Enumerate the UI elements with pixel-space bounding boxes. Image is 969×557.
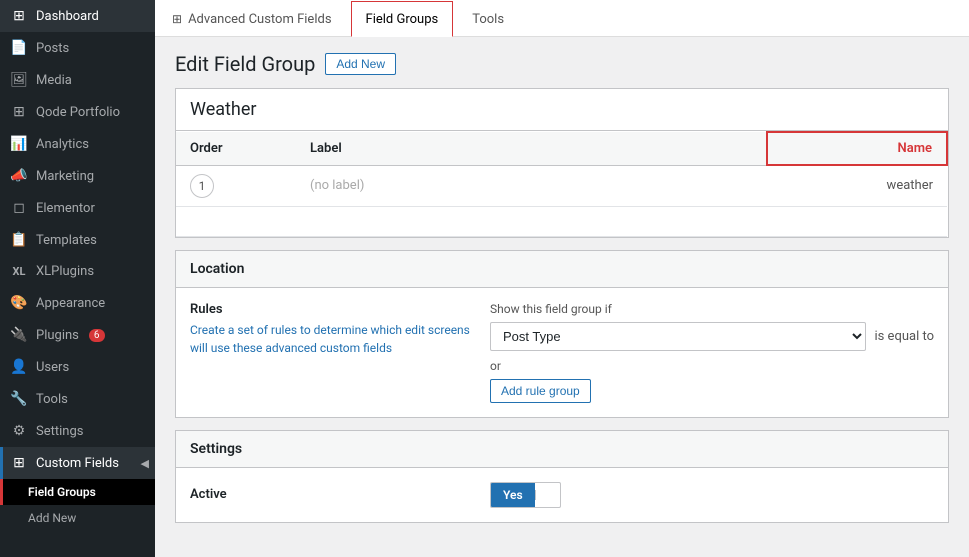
add-new-label: Add New bbox=[28, 511, 76, 525]
top-nav: ⊞ Advanced Custom Fields Field Groups To… bbox=[155, 0, 969, 37]
qode-icon: ⊞ bbox=[10, 104, 28, 120]
posts-icon: 📄 bbox=[10, 40, 28, 56]
page-title: Edit Field Group bbox=[175, 52, 315, 76]
sidebar-subitem-add-new[interactable]: Add New bbox=[0, 505, 155, 531]
empty-row bbox=[176, 206, 947, 236]
sidebar-item-label: Templates bbox=[36, 233, 97, 248]
field-groups-label: Field Groups bbox=[28, 485, 96, 499]
appearance-icon: 🎨 bbox=[10, 295, 28, 311]
settings-section: Settings Active Yes bbox=[175, 430, 949, 523]
toggle-yes[interactable]: Yes bbox=[491, 483, 535, 507]
topnav-field-groups[interactable]: Field Groups bbox=[351, 1, 454, 37]
location-section: Location Rules Create a set of rules to … bbox=[175, 250, 949, 418]
or-text: or bbox=[490, 359, 934, 373]
main-content: ⊞ Advanced Custom Fields Field Groups To… bbox=[155, 0, 969, 557]
topnav-field-groups-label: Field Groups bbox=[366, 12, 439, 27]
dashboard-icon: ⊞ bbox=[10, 8, 28, 24]
location-body: Rules Create a set of rules to determine… bbox=[176, 288, 948, 417]
settings-row: Active Yes bbox=[176, 468, 948, 522]
post-type-select[interactable]: Post Type bbox=[490, 322, 866, 351]
table-row: 1 (no label) weather bbox=[176, 165, 947, 206]
sidebar-item-label: Posts bbox=[36, 41, 69, 56]
sidebar-item-label: Plugins bbox=[36, 328, 79, 343]
sidebar-item-xlplugins[interactable]: XL XLPlugins bbox=[0, 256, 155, 287]
fields-table: Order Label Name 1 (no label) bbox=[176, 131, 948, 237]
media-icon: 🖼 bbox=[10, 72, 28, 88]
tools-icon: 🔧 bbox=[10, 391, 28, 407]
sidebar-item-marketing[interactable]: 📣 Marketing bbox=[0, 160, 155, 192]
sidebar-item-analytics[interactable]: 📊 Analytics bbox=[0, 128, 155, 160]
col-label: Label bbox=[296, 132, 767, 165]
rules-label: Rules bbox=[190, 302, 470, 317]
sidebar-item-label: Marketing bbox=[36, 169, 94, 184]
page-header: Edit Field Group Add New bbox=[175, 52, 949, 76]
col-order: Order bbox=[176, 132, 296, 165]
sidebar-item-label: Qode Portfolio bbox=[36, 105, 120, 120]
toggle-no[interactable] bbox=[535, 490, 560, 500]
sidebar-item-qode-portfolio[interactable]: ⊞ Qode Portfolio bbox=[0, 96, 155, 128]
location-label-col: Rules Create a set of rules to determine… bbox=[190, 302, 470, 403]
sidebar-item-label: Media bbox=[36, 73, 72, 88]
sidebar-subitem-field-groups[interactable]: Field Groups bbox=[0, 479, 155, 505]
custom-fields-arrow: ◀ bbox=[141, 457, 149, 470]
sidebar-item-media[interactable]: 🖼 Media bbox=[0, 64, 155, 96]
sidebar-item-label: Appearance bbox=[36, 296, 105, 311]
marketing-icon: 📣 bbox=[10, 168, 28, 184]
elementor-icon: ◻ bbox=[10, 200, 28, 216]
sidebar-item-label: Settings bbox=[36, 424, 83, 439]
active-label: Active bbox=[190, 487, 470, 502]
sidebar-item-label: Users bbox=[36, 360, 69, 375]
topnav-tools-label: Tools bbox=[472, 12, 504, 27]
label-cell: (no label) bbox=[296, 165, 767, 206]
field-name: weather bbox=[887, 178, 933, 193]
custom-fields-icon: ⊞ bbox=[10, 455, 28, 471]
templates-icon: 📋 bbox=[10, 232, 28, 248]
sidebar: ⊞ Dashboard 📄 Posts 🖼 Media ⊞ Qode Portf… bbox=[0, 0, 155, 557]
acf-icon: ⊞ bbox=[172, 12, 182, 26]
field-group-name: Weather bbox=[176, 89, 948, 131]
order-cell: 1 bbox=[176, 165, 296, 206]
sidebar-item-label: Custom Fields bbox=[36, 456, 119, 471]
topnav-acf[interactable]: ⊞ Advanced Custom Fields bbox=[157, 1, 347, 37]
sidebar-item-users[interactable]: 👤 Users bbox=[0, 351, 155, 383]
add-new-button[interactable]: Add New bbox=[325, 53, 396, 75]
col-name: Name bbox=[767, 132, 947, 165]
field-label: (no label) bbox=[310, 178, 364, 193]
sidebar-item-label: Elementor bbox=[36, 201, 95, 216]
sidebar-item-custom-fields[interactable]: ⊞ Custom Fields ◀ bbox=[0, 447, 155, 479]
analytics-icon: 📊 bbox=[10, 136, 28, 152]
sidebar-item-label: Analytics bbox=[36, 137, 89, 152]
sidebar-item-elementor[interactable]: ◻ Elementor bbox=[0, 192, 155, 224]
settings-header: Settings bbox=[176, 431, 948, 468]
sidebar-item-tools[interactable]: 🔧 Tools bbox=[0, 383, 155, 415]
plugins-badge: 6 bbox=[89, 329, 105, 342]
sidebar-item-plugins[interactable]: 🔌 Plugins 6 bbox=[0, 319, 155, 351]
location-header: Location bbox=[176, 251, 948, 288]
content-area: Edit Field Group Add New Weather Order L… bbox=[155, 37, 969, 557]
sidebar-item-templates[interactable]: 📋 Templates bbox=[0, 224, 155, 256]
sidebar-item-settings[interactable]: ⚙ Settings bbox=[0, 415, 155, 447]
show-if-label: Show this field group if bbox=[490, 302, 934, 316]
name-cell: weather bbox=[767, 165, 947, 206]
is-equal-to-text: is equal to bbox=[874, 329, 934, 344]
sidebar-item-label: XLPlugins bbox=[36, 264, 94, 279]
sidebar-item-posts[interactable]: 📄 Posts bbox=[0, 32, 155, 64]
location-controls: Show this field group if Post Type is eq… bbox=[490, 302, 934, 403]
sidebar-item-appearance[interactable]: 🎨 Appearance bbox=[0, 287, 155, 319]
sidebar-item-label: Dashboard bbox=[36, 9, 99, 24]
sidebar-item-label: Tools bbox=[36, 392, 68, 407]
plugins-icon: 🔌 bbox=[10, 327, 28, 343]
xl-icon: XL bbox=[10, 265, 28, 278]
add-rule-button[interactable]: Add rule group bbox=[490, 379, 591, 403]
rule-row: Post Type is equal to bbox=[490, 322, 934, 351]
rules-desc: Create a set of rules to determine which… bbox=[190, 321, 470, 357]
order-badge: 1 bbox=[190, 174, 214, 198]
active-toggle[interactable]: Yes bbox=[490, 482, 561, 508]
field-group-panel: Weather Order Label Name 1 (no bbox=[175, 88, 949, 238]
topnav-acf-label: Advanced Custom Fields bbox=[188, 12, 331, 27]
users-icon: 👤 bbox=[10, 359, 28, 375]
sidebar-item-dashboard[interactable]: ⊞ Dashboard bbox=[0, 0, 155, 32]
topnav-tools[interactable]: Tools bbox=[457, 1, 519, 37]
settings-icon: ⚙ bbox=[10, 423, 28, 439]
